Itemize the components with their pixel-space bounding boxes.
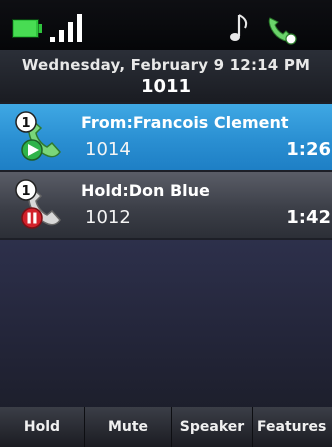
held-call-row[interactable]: 1 Hold:Don Blue 1012 1:42 bbox=[0, 172, 332, 238]
hold-softkey[interactable]: Hold bbox=[0, 407, 85, 447]
call-number: 1012 bbox=[85, 207, 131, 228]
active-call-icon: 1 bbox=[15, 111, 61, 161]
softkey-bar: Hold Mute Speaker Features bbox=[0, 407, 332, 447]
mute-softkey[interactable]: Mute bbox=[85, 407, 172, 447]
call-list-empty-area bbox=[0, 240, 332, 407]
active-call-row[interactable]: 1 From:Francois Clement 1014 1:26 bbox=[0, 104, 332, 170]
features-softkey[interactable]: Features bbox=[253, 407, 332, 447]
call-badge: 1 bbox=[21, 116, 30, 131]
call-title: Hold:Don Blue bbox=[81, 181, 210, 200]
line-number: 1011 bbox=[140, 76, 192, 97]
signal-icon bbox=[50, 14, 82, 42]
speaker-softkey[interactable]: Speaker bbox=[172, 407, 253, 447]
music-note-icon bbox=[230, 14, 248, 41]
battery-icon bbox=[12, 19, 42, 38]
held-call-icon: 1 bbox=[15, 179, 61, 229]
header: Wednesday, February 9 12:14 PM 1011 bbox=[0, 50, 332, 102]
phone-handset-icon bbox=[268, 17, 297, 45]
call-duration: 1:42 bbox=[286, 207, 331, 228]
call-number: 1014 bbox=[85, 139, 131, 160]
date-time: Wednesday, February 9 12:14 PM bbox=[21, 56, 311, 74]
call-title: From:Francois Clement bbox=[81, 113, 289, 132]
status-bar bbox=[0, 0, 332, 50]
call-duration: 1:26 bbox=[286, 139, 331, 160]
call-badge: 1 bbox=[21, 184, 30, 199]
